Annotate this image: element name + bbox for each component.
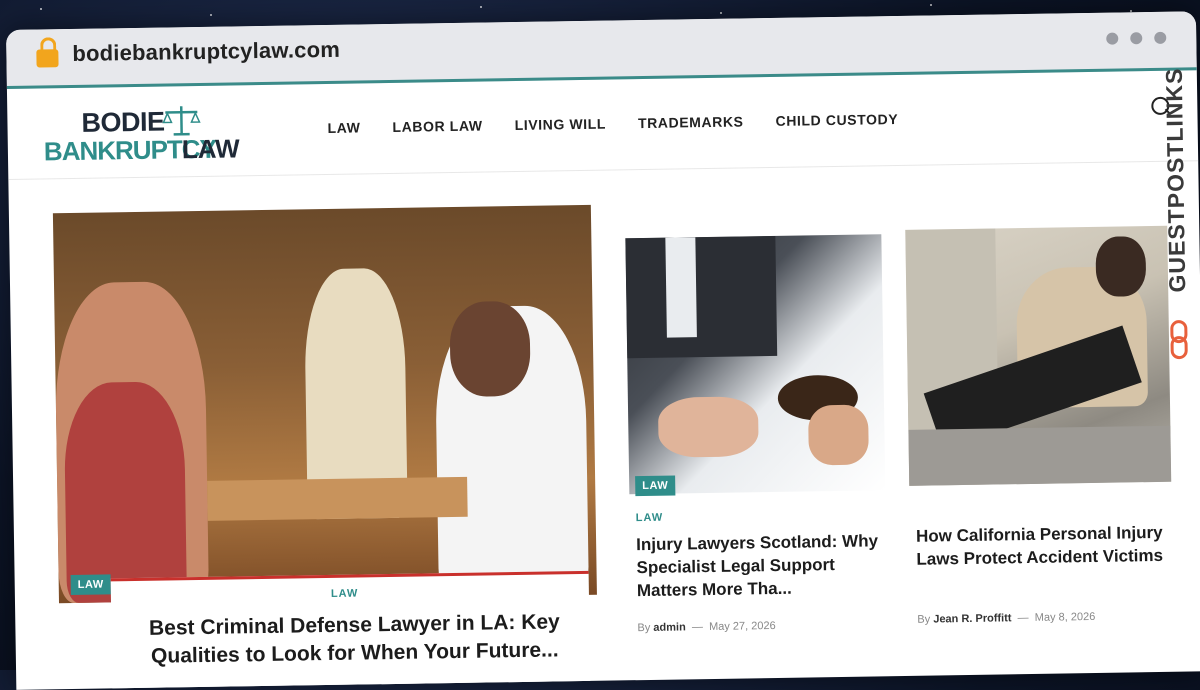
window-dot-icon[interactable] [1130,32,1142,44]
featured-category-label[interactable]: LAW [331,588,359,600]
article-meta: By Jean R. Proffitt — May 8, 2026 [917,611,1095,626]
nav-item-labor-law[interactable]: LABOR LAW [392,118,482,135]
browser-window: bodiebankruptcylaw.com BODIE BANKRUPTCY … [6,11,1200,690]
article-category-badge[interactable]: LAW [635,476,675,497]
featured-article-box: LAW Best Criminal Defense Lawyer in LA: … [111,571,591,690]
guestpostlinks-watermark: GUESTPOSTLINKS [1155,67,1200,368]
article-meta: By admin — May 27, 2026 [637,620,775,634]
article-image[interactable] [625,234,885,494]
article-author[interactable]: admin [653,621,686,634]
nav-item-living-will[interactable]: LIVING WILL [515,116,607,133]
byline-prefix: By [917,614,930,626]
main-content: LAW LAW Best Criminal Defense Lawyer in … [8,161,1200,690]
watermark-text: GUESTPOSTLINKS [1161,67,1192,292]
article-image[interactable] [905,226,1171,486]
article-date: May 8, 2026 [1035,611,1096,624]
link-icon [1169,319,1190,359]
meta-separator: — [1014,612,1031,624]
window-dot-icon[interactable] [1106,33,1118,45]
featured-category-badge[interactable]: LAW [71,574,111,595]
window-controls [1106,32,1166,45]
logo-text-law: LAW [182,133,240,165]
byline-prefix: By [637,622,650,634]
window-dot-icon[interactable] [1154,32,1166,44]
site-logo[interactable]: BODIE BANKRUPTCY LAW [43,105,244,172]
featured-article-title[interactable]: Best Criminal Defense Lawyer in LA: Key … [129,608,580,672]
meta-separator: — [689,621,706,633]
nav-item-law[interactable]: LAW [327,119,360,136]
main-nav: LAW LABOR LAW LIVING WILL TRADEMARKS CHI… [327,111,898,136]
featured-article-image[interactable] [53,205,597,603]
nav-item-child-custody[interactable]: CHILD CUSTODY [775,111,898,129]
address-bar[interactable]: bodiebankruptcylaw.com [72,37,340,67]
article-title[interactable]: Injury Lawyers Scotland: Why Specialist … [636,530,893,603]
nav-item-trademarks[interactable]: TRADEMARKS [638,113,744,131]
article-category-label[interactable]: LAW [636,512,664,524]
article-date: May 27, 2026 [709,620,776,633]
article-author[interactable]: Jean R. Proffitt [933,612,1011,625]
lock-icon [36,45,58,65]
article-title[interactable]: How California Personal Injury Laws Prot… [916,522,1179,572]
